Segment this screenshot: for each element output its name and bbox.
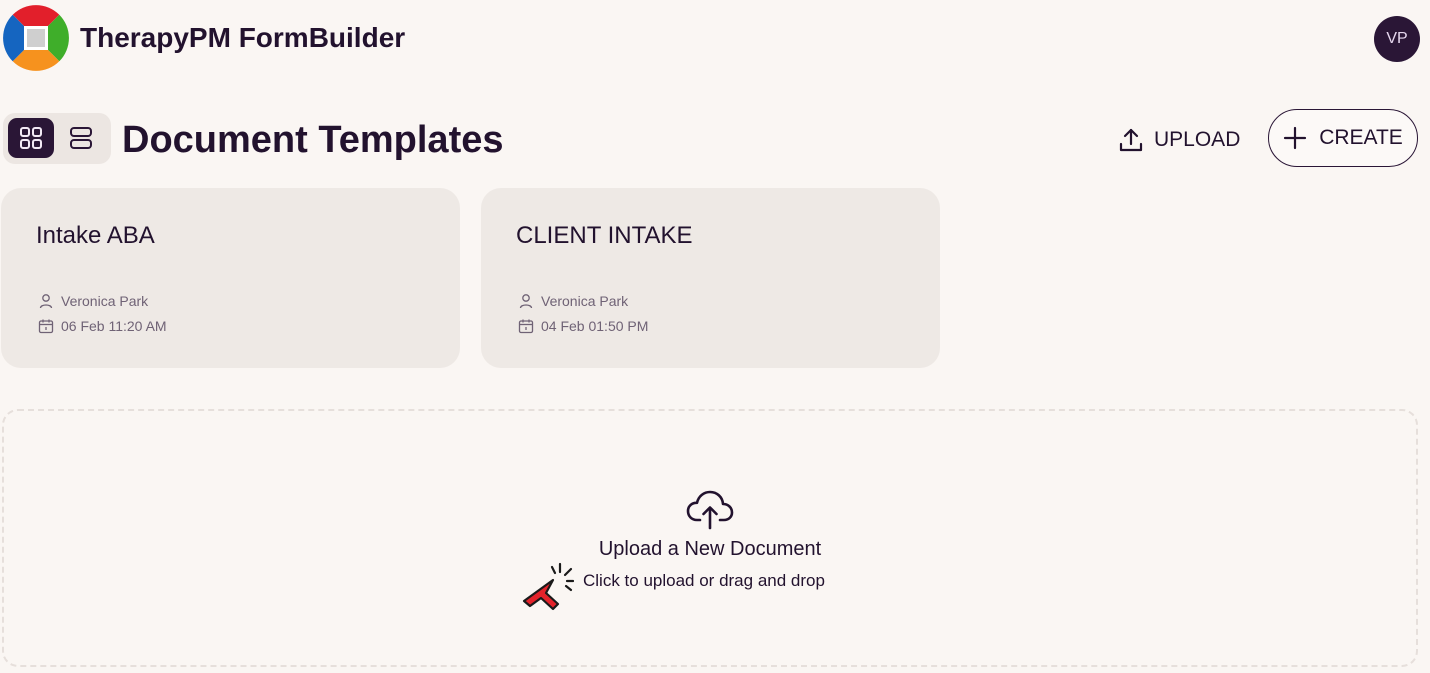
modified-date: 04 Feb 01:50 PM	[541, 318, 649, 334]
grid-view-button[interactable]	[8, 118, 54, 158]
app-title: TherapyPM FormBuilder	[80, 22, 406, 53]
template-date: 04 Feb 01:50 PM	[518, 318, 648, 334]
cloud-upload-icon	[686, 490, 734, 530]
create-button[interactable]: CREATE	[1268, 109, 1418, 167]
click-cursor-icon	[522, 562, 574, 611]
dropzone-subtitle: Click to upload or drag and drop	[583, 571, 825, 590]
plus-icon	[1284, 126, 1307, 150]
template-card[interactable]: CLIENT INTAKE Veronica Park 04 Feb 01:50…	[481, 188, 940, 368]
calendar-icon	[38, 319, 54, 334]
template-title: Intake ABA	[36, 222, 155, 249]
upload-label: UPLOAD	[1154, 128, 1241, 151]
template-title: CLIENT INTAKE	[516, 222, 693, 249]
upload-icon	[1119, 128, 1143, 152]
therapypm-logo-icon[interactable]	[3, 5, 69, 71]
create-label: CREATE	[1319, 126, 1403, 149]
user-avatar[interactable]: VP	[1374, 16, 1420, 62]
template-card[interactable]: Intake ABA Veronica Park 06 Feb 11:20 AM	[1, 188, 460, 368]
page-toolbar: Document Templates UPLOAD CREATE	[0, 108, 1430, 170]
list-view-button[interactable]	[58, 118, 104, 158]
template-author: Veronica Park	[518, 293, 628, 309]
template-date: 06 Feb 11:20 AM	[38, 318, 167, 334]
page-title: Document Templates	[122, 119, 504, 161]
modified-date: 06 Feb 11:20 AM	[61, 318, 167, 334]
author-name: Veronica Park	[61, 293, 149, 309]
view-toggle	[3, 113, 111, 164]
upload-button[interactable]: UPLOAD	[1118, 122, 1240, 158]
calendar-icon	[518, 319, 534, 334]
user-icon	[39, 294, 53, 309]
dropzone-title: Upload a New Document	[598, 538, 822, 560]
user-icon	[519, 294, 533, 309]
list-view-icon	[70, 127, 92, 149]
grid-view-icon	[20, 127, 42, 149]
template-author: Veronica Park	[38, 293, 148, 309]
author-name: Veronica Park	[541, 293, 629, 309]
app-header: TherapyPM FormBuilder VP	[0, 0, 1430, 80]
